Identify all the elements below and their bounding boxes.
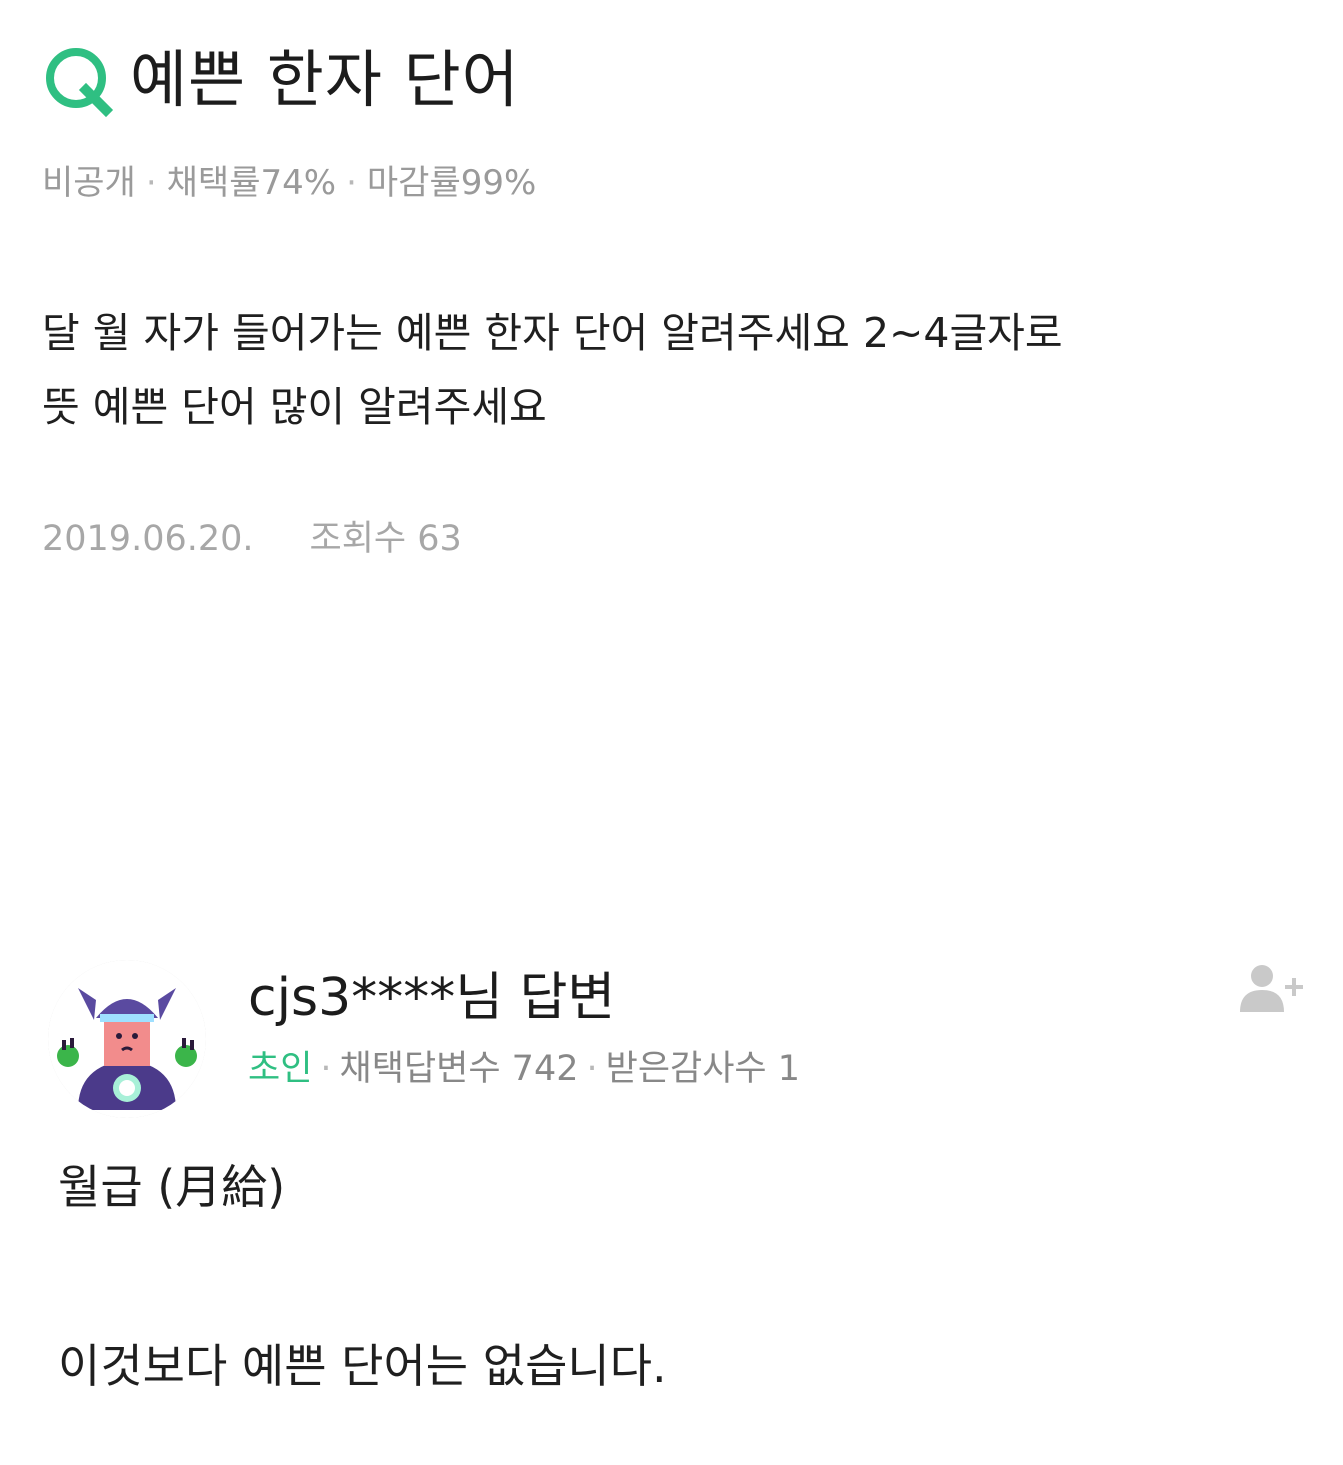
question-header: 예쁜 한자 단어	[40, 40, 520, 120]
privacy-label: 비공개	[42, 163, 136, 203]
question-meta: 비공개 · 채택률74% · 마감률99%	[42, 166, 536, 200]
adoption-rate: 채택률74%	[166, 163, 337, 203]
view-count: 조회수 63	[309, 519, 462, 559]
question-date: 2019.06.20.	[42, 519, 254, 559]
question-body: 달 월 자가 들어가는 예쁜 한자 단어 알려주세요 2~4글자로 뜻 예쁜 단…	[42, 296, 1312, 444]
answer-header: cjs3****님 답변 초인 · 채택답변수 742 · 받은감사수 1	[48, 960, 1308, 1120]
character-avatar-icon	[48, 960, 206, 1118]
question-q-icon	[46, 48, 114, 118]
question-footer: 2019.06.20. 조회수 63	[42, 522, 462, 557]
add-friend-icon	[1240, 965, 1303, 1012]
question-body-line: 달 월 자가 들어가는 예쁜 한자 단어 알려주세요 2~4글자로	[42, 309, 1063, 357]
closing-rate: 마감률99%	[366, 163, 537, 203]
answerer-grade: 초인	[248, 1049, 313, 1089]
meta-separator: ·	[320, 1049, 332, 1089]
add-friend-button[interactable]	[1236, 960, 1308, 1020]
adopted-answer-count: 채택답변수 742	[339, 1049, 579, 1089]
answerer-avatar[interactable]	[48, 960, 206, 1118]
answer-body-line: 월급 (月給)	[58, 1160, 286, 1214]
answerer-name[interactable]: cjs3****님 답변	[248, 972, 615, 1024]
meta-separator: ·	[145, 163, 157, 203]
answerer-meta: 초인 · 채택답변수 742 · 받은감사수 1	[248, 1052, 800, 1087]
answer-body: 월급 (月給) 이것보다 예쁜 단어는 없습니다.	[58, 1160, 1298, 1394]
question-title: 예쁜 한자 단어	[130, 43, 520, 116]
thanks-received-count: 받은감사수 1	[605, 1049, 801, 1089]
meta-separator: ·	[586, 1049, 598, 1089]
question-body-line: 뜻 예쁜 단어 많이 알려주세요	[42, 383, 547, 431]
meta-separator: ·	[346, 163, 357, 203]
answer-body-line: 이것보다 예쁜 단어는 없습니다.	[58, 1339, 667, 1394]
